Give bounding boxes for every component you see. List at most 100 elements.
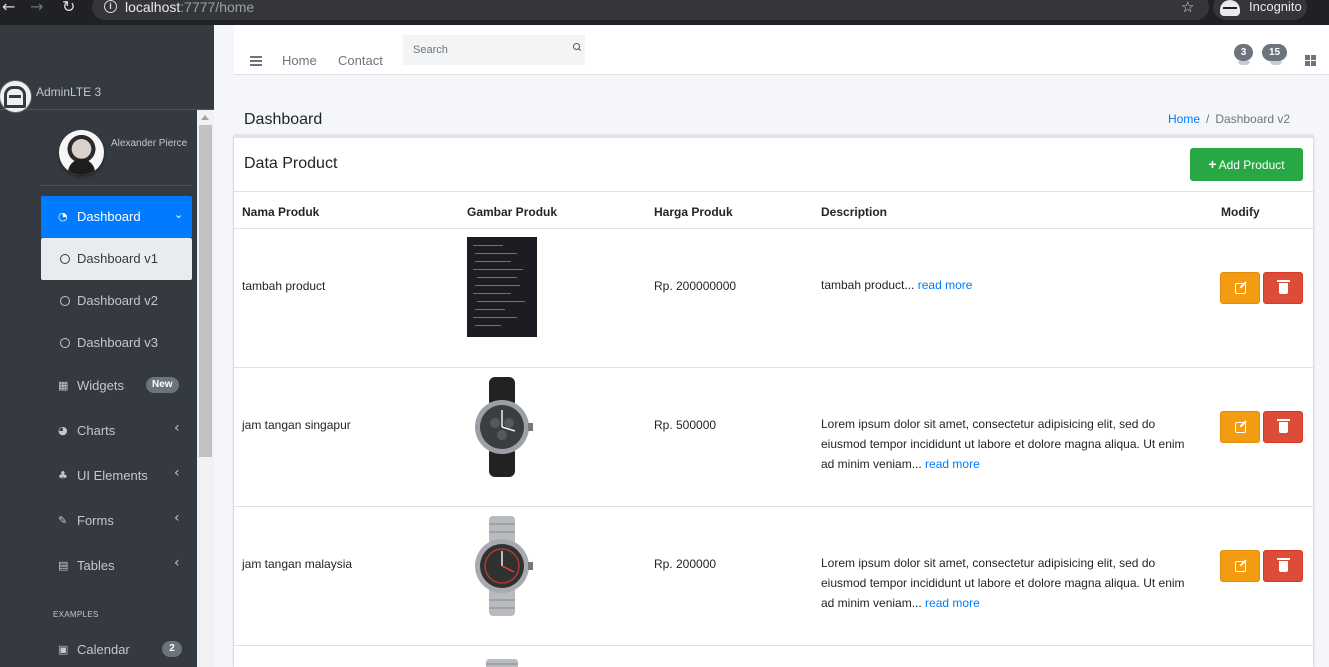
table-row: jam tangan singapur Rp. 500000 Lorem ips… [234, 368, 1313, 507]
tree-icon: ♣ [58, 469, 68, 482]
sidebar-item-label: Dashboard v3 [77, 335, 158, 350]
grid-icon[interactable] [1305, 55, 1316, 66]
user-avatar [59, 130, 104, 175]
edit-button[interactable] [1220, 272, 1260, 304]
trash-icon [1277, 419, 1290, 433]
sidebar-item-label: Dashboard [77, 209, 141, 224]
sidebar-item-tables[interactable]: ▤ Tables ‹ [41, 544, 192, 589]
table-divider [234, 645, 1313, 646]
column-header: Harga Produk [654, 205, 733, 219]
chevron-left-icon: ‹ [174, 555, 180, 571]
chevron-left-icon: ‹ [174, 510, 180, 526]
table-divider [234, 191, 1313, 192]
page-title: Dashboard [244, 111, 323, 128]
calendar-icon: ▣ [58, 643, 69, 656]
add-product-label: Add Product [1218, 158, 1285, 172]
sidebar-menu: ◔ Dashboard ⌄ Dashboard v1 Dashboard v2 … [41, 196, 192, 589]
product-card: Data Product + Add Product Nama Produk Ga… [234, 135, 1313, 667]
delete-button[interactable] [1263, 411, 1303, 443]
user-panel[interactable]: Alexander Pierce [41, 110, 192, 186]
sidebar-item-label: UI Elements [77, 468, 148, 483]
column-header: Nama Produk [242, 205, 320, 219]
breadcrumb-separator: / [1206, 112, 1210, 126]
column-header: Gambar Produk [467, 205, 558, 219]
search-input[interactable] [403, 35, 568, 65]
read-more-link[interactable]: read more [925, 596, 980, 610]
sidebar-item-label: Forms [77, 513, 114, 528]
product-image-partial [486, 659, 518, 667]
product-name: jam tangan malaysia [242, 557, 353, 571]
calendar-badge: 2 [162, 641, 182, 657]
brand-text: AdminLTE 3 [36, 85, 102, 99]
adminlte-logo-icon [0, 81, 31, 112]
sidebar-item-label: Dashboard v1 [77, 251, 158, 266]
sidebar-item-ui-elements[interactable]: ♣ UI Elements ‹ [41, 454, 192, 499]
circle-icon [60, 338, 70, 348]
forward-icon[interactable]: → [30, 0, 48, 16]
comments-icon[interactable] [1238, 61, 1250, 65]
notifications-badge[interactable]: 15 [1262, 44, 1287, 61]
edit-icon: ✎ [58, 514, 68, 527]
read-more-link[interactable]: read more [918, 278, 973, 292]
back-icon[interactable]: ← [2, 0, 20, 16]
circle-icon [60, 254, 70, 264]
top-navbar: Home Contact 3 15 [234, 25, 1329, 75]
sidebar-item-charts[interactable]: ◕ Charts ‹ [41, 409, 192, 454]
pie-chart-icon: ◕ [58, 424, 68, 437]
table-row: tambah product Rp. 200000000 tambah prod… [234, 229, 1313, 368]
chevron-down-icon: ⌄ [174, 208, 184, 221]
nav-contact-link[interactable]: Contact [338, 53, 383, 68]
reload-icon[interactable]: ↻ [62, 0, 80, 16]
description-text: tambah product... [821, 278, 915, 292]
product-image-watch-black [475, 377, 533, 477]
messages-badge[interactable]: 3 [1234, 44, 1253, 61]
product-price: Rp. 200000 [654, 557, 717, 571]
sidebar-item-forms[interactable]: ✎ Forms ‹ [41, 499, 192, 544]
read-more-link[interactable]: read more [925, 457, 980, 471]
trash-icon [1277, 558, 1290, 572]
th-icon: ▦ [58, 379, 69, 392]
edit-icon [1235, 561, 1246, 572]
sidebar-item-label: Calendar [77, 642, 130, 657]
table-row: jam tangan malaysia Rp. 200000 Lorem ips… [234, 507, 1313, 646]
new-badge: New [146, 377, 179, 393]
content-gutter [214, 25, 234, 667]
table-icon: ▤ [58, 559, 69, 572]
search-icon[interactable] [568, 35, 585, 65]
edit-icon [1235, 422, 1246, 433]
sidebar-item-calendar[interactable]: ▣ Calendar 2 [41, 628, 192, 667]
edit-icon [1235, 283, 1246, 294]
brand-link[interactable]: AdminLTE 3 [0, 25, 214, 112]
tachometer-icon: ◔ [58, 210, 68, 223]
sidebar-item-widgets[interactable]: ▦ Widgets New [41, 364, 192, 409]
card-title: Data Product [244, 155, 338, 172]
site-info-icon[interactable]: i [104, 0, 117, 13]
bell-icon[interactable] [1270, 61, 1282, 65]
breadcrumb-home-link[interactable]: Home [1168, 112, 1200, 126]
sidebar-scroll-thumb[interactable] [199, 125, 212, 457]
product-name: jam tangan singapur [242, 418, 351, 432]
menu-toggle-icon[interactable] [250, 56, 262, 66]
breadcrumb: Home / Dashboard v2 [1168, 112, 1290, 126]
product-description: Lorem ipsum dolor sit amet, consectetur … [821, 414, 1201, 474]
delete-button[interactable] [1263, 550, 1303, 582]
chevron-left-icon: ‹ [174, 420, 180, 436]
scroll-up-arrow-icon[interactable] [201, 115, 209, 120]
plus-icon: + [1208, 156, 1217, 172]
sidebar-item-dashboard[interactable]: ◔ Dashboard ⌄ [41, 196, 192, 238]
url-text[interactable]: localhost:7777/home [125, 0, 254, 15]
user-name[interactable]: Alexander Pierce [111, 138, 187, 149]
edit-button[interactable] [1220, 411, 1260, 443]
incognito-label: Incognito [1249, 0, 1302, 14]
edit-button[interactable] [1220, 550, 1260, 582]
nav-home-link[interactable]: Home [282, 53, 317, 68]
sidebar-item-dashboard-v3[interactable]: Dashboard v3 [41, 322, 192, 364]
bookmark-star-icon[interactable]: ☆ [1181, 0, 1194, 16]
delete-button[interactable] [1263, 272, 1303, 304]
sidebar-item-dashboard-v2[interactable]: Dashboard v2 [41, 280, 192, 322]
product-image-watch-steel [475, 516, 533, 616]
address-bar[interactable] [92, 0, 1209, 20]
add-product-button[interactable]: + Add Product [1190, 148, 1303, 181]
browser-toolbar: ← → ↻ i localhost:7777/home ☆ Incognito [0, 0, 1329, 25]
sidebar-item-dashboard-v1[interactable]: Dashboard v1 [41, 238, 192, 280]
